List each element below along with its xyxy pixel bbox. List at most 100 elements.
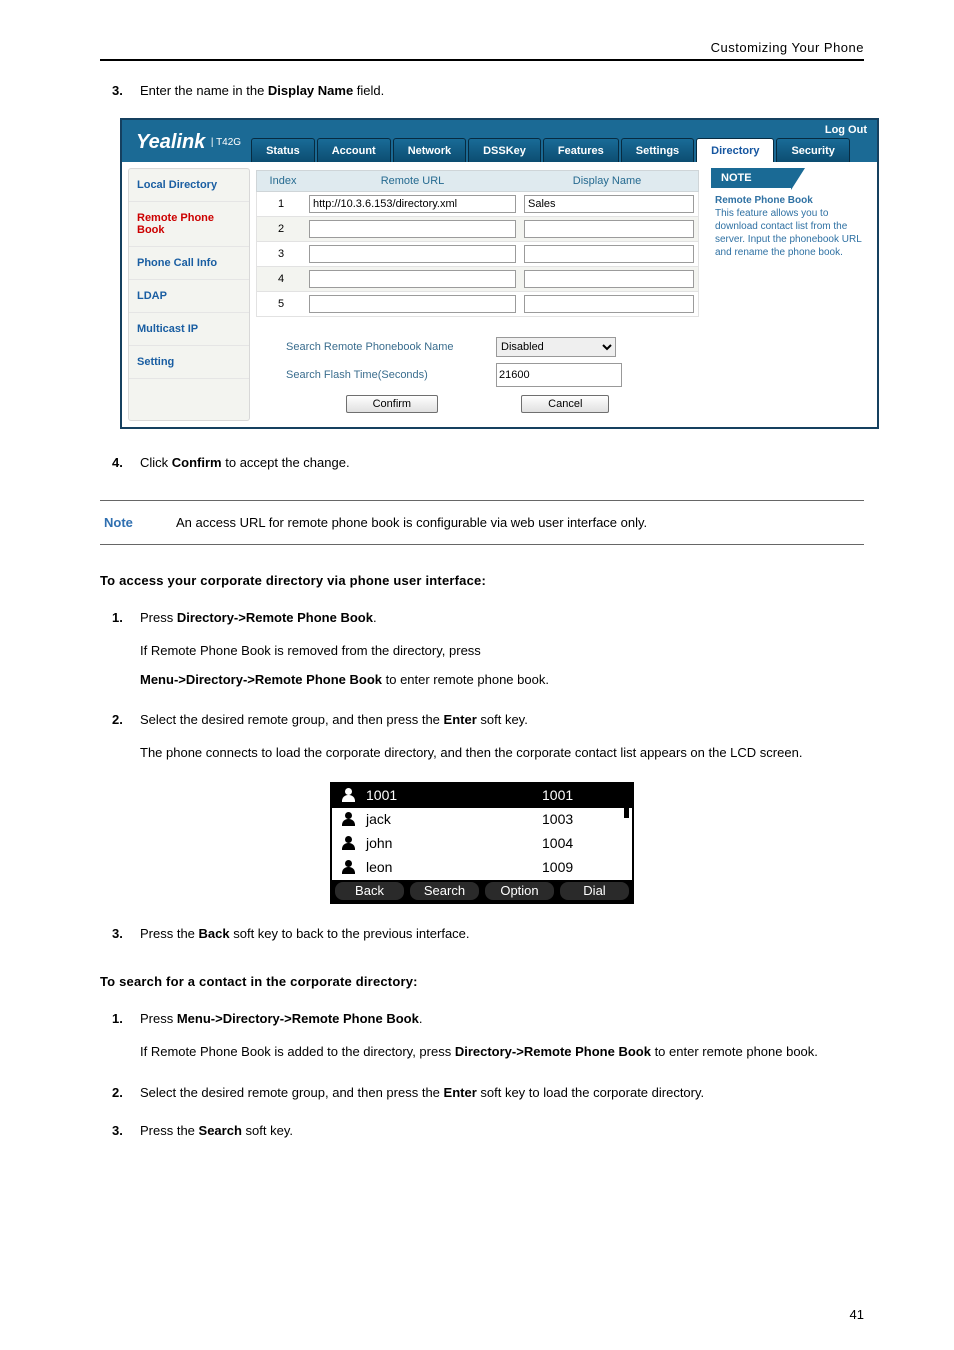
step-text-bold: Confirm <box>172 455 222 470</box>
step-number: 2. <box>112 1081 123 1106</box>
step-press-search: 3. Press the Search soft key. <box>140 1119 864 1144</box>
tab-directory[interactable]: Directory <box>696 138 774 162</box>
lcd-scrollbar[interactable] <box>624 788 629 818</box>
search-remote-label: Search Remote Phonebook Name <box>256 341 496 353</box>
note-title: Remote Phone Book <box>715 195 813 206</box>
contact-number: 1001 <box>542 787 622 803</box>
body-a: If Remote Phone Book is added to the dir… <box>140 1044 455 1059</box>
tab-account[interactable]: Account <box>317 138 391 162</box>
step-text-bold: Display Name <box>268 83 353 98</box>
softkey-back[interactable]: Back <box>335 882 404 900</box>
breadcrumb: Customizing Your Phone <box>100 40 864 61</box>
step-number: 2. <box>112 708 123 733</box>
contact-icon <box>342 836 360 850</box>
step-text-pre: Select the desired remote group, and the… <box>140 712 444 727</box>
display-name-input[interactable] <box>524 295 694 313</box>
body-bold: Directory->Remote Phone Book <box>455 1044 651 1059</box>
step-select-group-enter: 2. Select the desired remote group, and … <box>140 1081 864 1106</box>
step-text-post: soft key. <box>242 1123 293 1138</box>
lcd-row[interactable]: 1001 1001 <box>332 784 632 808</box>
sidebar-item-local-directory[interactable]: Local Directory <box>129 169 249 202</box>
display-name-input[interactable] <box>524 220 694 238</box>
remote-url-input[interactable] <box>309 220 516 238</box>
tab-status[interactable]: Status <box>251 138 315 162</box>
sidebar-item-phone-call-info[interactable]: Phone Call Info <box>129 247 249 280</box>
contact-number: 1004 <box>542 835 622 851</box>
grid-row: 5 <box>256 292 699 317</box>
section-search-contact: To search for a contact in the corporate… <box>100 974 864 989</box>
web-admin-screenshot: Log Out Yealink | T42G Status Account Ne… <box>120 118 879 429</box>
search-remote-select[interactable]: Disabled <box>496 337 616 357</box>
step-text-pre: Press <box>140 610 177 625</box>
tab-dsskey[interactable]: DSSKey <box>468 138 541 162</box>
step-text-bold: Directory->Remote Phone Book <box>177 610 373 625</box>
body-b: to enter remote phone book. <box>382 672 549 687</box>
top-tabs: Status Account Network DSSKey Features S… <box>251 138 852 162</box>
step-click-confirm: 4. Click Confirm to accept the change. <box>140 451 864 476</box>
grid-row: 4 <box>256 267 699 292</box>
step-text-post: soft key to load the corporate directory… <box>477 1085 704 1100</box>
col-display-name: Display Name <box>516 171 698 191</box>
step-number: 1. <box>112 1007 123 1032</box>
grid-row: 1 <box>256 192 699 217</box>
flash-time-input[interactable] <box>496 363 622 387</box>
tab-security[interactable]: Security <box>776 138 849 162</box>
tab-network[interactable]: Network <box>393 138 466 162</box>
brand-logo: Yealink | T42G <box>130 125 245 162</box>
cell-index: 3 <box>257 248 305 260</box>
remote-url-input[interactable] <box>309 195 516 213</box>
contact-icon <box>342 788 360 802</box>
step-text-post: to accept the change. <box>222 455 350 470</box>
note-block: Note An access URL for remote phone book… <box>100 500 864 545</box>
step-number: 3. <box>112 79 123 104</box>
step-text-pre: Select the desired remote group, and the… <box>140 1085 444 1100</box>
remote-url-input[interactable] <box>309 245 516 263</box>
contact-name: jack <box>366 811 542 827</box>
display-name-input[interactable] <box>524 270 694 288</box>
note-tab: NOTE <box>711 168 791 188</box>
step-text-bold: Enter <box>444 712 477 727</box>
flash-time-label: Search Flash Time(Seconds) <box>256 369 496 381</box>
confirm-button[interactable]: Confirm <box>346 395 439 413</box>
step-text-bold: Menu->Directory->Remote Phone Book <box>177 1011 419 1026</box>
step-text-pre: Press the <box>140 926 199 941</box>
step-text-post: soft key to back to the previous interfa… <box>230 926 470 941</box>
cell-index: 4 <box>257 273 305 285</box>
grid-row: 2 <box>256 217 699 242</box>
help-panel: NOTE Remote Phone Book This feature allo… <box>707 168 871 421</box>
lcd-row[interactable]: jack 1003 <box>332 808 632 832</box>
contact-icon <box>342 860 360 874</box>
remote-url-input[interactable] <box>309 295 516 313</box>
display-name-input[interactable] <box>524 245 694 263</box>
step-text-post: field. <box>353 83 384 98</box>
step-text-pre: Click <box>140 455 172 470</box>
step-press-menu-directory: 1. Press Menu->Directory->Remote Phone B… <box>140 1007 864 1066</box>
softkey-option[interactable]: Option <box>485 882 554 900</box>
step-number: 4. <box>112 451 123 476</box>
cancel-button[interactable]: Cancel <box>521 395 609 413</box>
lcd-row[interactable]: john 1004 <box>332 832 632 856</box>
sidebar-item-multicast-ip[interactable]: Multicast IP <box>129 313 249 346</box>
col-remote-url: Remote URL <box>309 171 516 191</box>
flash-time-row: Search Flash Time(Seconds) <box>256 363 699 387</box>
sidebar-item-remote-phone-book[interactable]: Remote Phone Book <box>129 202 249 247</box>
display-name-input[interactable] <box>524 195 694 213</box>
sidebar-item-setting[interactable]: Setting <box>129 346 249 379</box>
tab-features[interactable]: Features <box>543 138 619 162</box>
tab-settings[interactable]: Settings <box>621 138 694 162</box>
step-text-pre: Press the <box>140 1123 199 1138</box>
phone-lcd-screenshot: 1001 1001 jack 1003 john 1004 leon 1009 … <box>330 782 634 904</box>
cell-index: 1 <box>257 198 305 210</box>
softkey-search[interactable]: Search <box>410 882 479 900</box>
step-text-bold: Enter <box>444 1085 477 1100</box>
logout-link[interactable]: Log Out <box>825 124 867 136</box>
cell-index: 2 <box>257 223 305 235</box>
contact-number: 1003 <box>542 811 622 827</box>
softkey-dial[interactable]: Dial <box>560 882 629 900</box>
lcd-row[interactable]: leon 1009 <box>332 856 632 880</box>
note-label: Note <box>100 501 176 544</box>
note-text: This feature allows you to download cont… <box>715 208 861 258</box>
sidebar-item-ldap[interactable]: LDAP <box>129 280 249 313</box>
remote-url-input[interactable] <box>309 270 516 288</box>
contact-name: 1001 <box>366 787 542 803</box>
